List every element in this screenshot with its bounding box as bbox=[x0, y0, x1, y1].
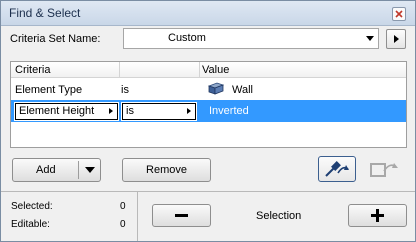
triangle-right-icon bbox=[394, 35, 399, 43]
row-criteria: Element Type bbox=[15, 84, 83, 96]
add-button[interactable]: Add bbox=[12, 158, 101, 182]
button-divider bbox=[78, 161, 79, 179]
minus-icon bbox=[175, 214, 188, 217]
wall-icon bbox=[207, 81, 225, 98]
row-operator: is bbox=[121, 84, 129, 96]
selected-label: Selected: bbox=[11, 201, 53, 212]
section-divider bbox=[137, 192, 138, 241]
add-to-selection-button[interactable] bbox=[348, 204, 407, 227]
plus-icon bbox=[376, 209, 379, 222]
remove-button-label: Remove bbox=[146, 164, 187, 176]
selection-label: Selection bbox=[256, 210, 302, 222]
criteria-dropdown[interactable]: Element Height bbox=[15, 103, 118, 120]
triangle-right-icon bbox=[187, 108, 191, 114]
criteria-set-name-label: Criteria Set Name: bbox=[10, 33, 101, 45]
row-value: Inverted bbox=[209, 105, 249, 117]
remove-button[interactable]: Remove bbox=[122, 158, 211, 182]
inject-parameters-button[interactable] bbox=[365, 158, 403, 180]
close-icon bbox=[395, 10, 403, 18]
criteria-set-value: Custom bbox=[168, 32, 206, 44]
find-select-window: Find & Select Criteria Set Name: Custom … bbox=[0, 0, 416, 242]
column-divider bbox=[199, 62, 200, 77]
list-row-selected[interactable]: Element Height is Inverted bbox=[11, 100, 406, 122]
row-value: Wall bbox=[232, 84, 253, 96]
operator-dropdown[interactable]: is bbox=[122, 103, 196, 120]
chevron-down-icon[interactable] bbox=[85, 167, 95, 173]
list-row[interactable]: Element Type is Wall bbox=[11, 79, 406, 99]
editable-label: Editable: bbox=[11, 219, 50, 230]
pick-up-parameters-button[interactable] bbox=[318, 156, 356, 182]
title-bar[interactable]: Find & Select bbox=[1, 1, 415, 26]
chevron-down-icon bbox=[366, 36, 374, 41]
column-header-criteria: Criteria bbox=[15, 64, 51, 76]
operator-dropdown-value: is bbox=[126, 105, 134, 117]
column-divider bbox=[119, 62, 120, 77]
window-title: Find & Select bbox=[9, 6, 81, 20]
selected-count: 0 bbox=[120, 201, 126, 212]
editable-count: 0 bbox=[120, 219, 126, 230]
section-divider bbox=[1, 191, 415, 192]
criteria-list[interactable]: Criteria Value Element Type is Wall Elem… bbox=[10, 61, 407, 148]
criteria-dropdown-value: Element Height bbox=[19, 105, 95, 117]
criteria-set-select[interactable]: Custom bbox=[123, 28, 379, 49]
criteria-set-menu-button[interactable] bbox=[386, 29, 406, 49]
inject-icon bbox=[370, 163, 398, 177]
triangle-right-icon bbox=[109, 108, 113, 114]
eyedropper-icon bbox=[325, 161, 349, 177]
list-header: Criteria Value bbox=[11, 62, 406, 78]
column-header-value: Value bbox=[202, 64, 230, 76]
close-button[interactable] bbox=[392, 7, 406, 21]
remove-from-selection-button[interactable] bbox=[152, 204, 211, 227]
add-button-label: Add bbox=[36, 164, 56, 176]
